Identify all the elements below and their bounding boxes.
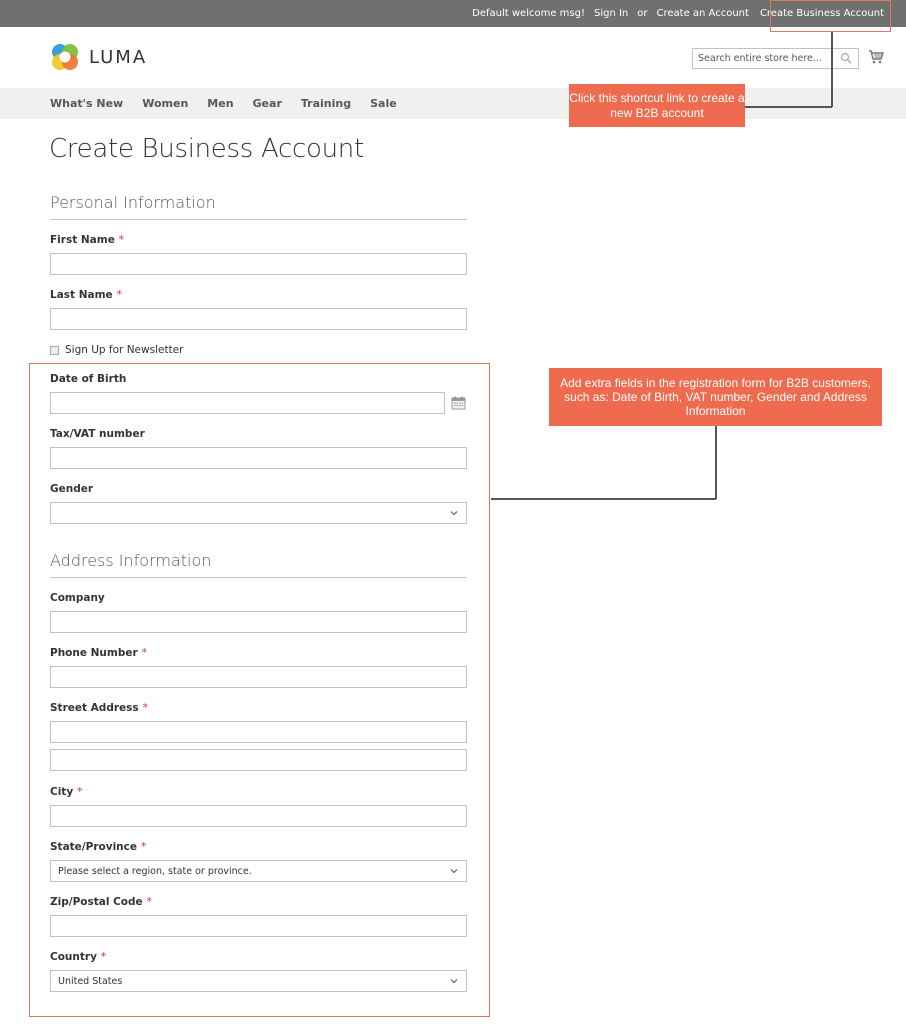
personal-info-legend: Personal Information	[50, 193, 216, 212]
chevron-down-icon	[450, 869, 458, 874]
street-line1-input[interactable]	[50, 721, 467, 743]
chevron-down-icon	[450, 979, 458, 984]
divider	[50, 219, 467, 220]
phone-label: Phone Number *	[50, 647, 147, 659]
highlight-box-business-link	[770, 0, 891, 32]
zip-input[interactable]	[50, 915, 467, 937]
street-line2-input[interactable]	[50, 749, 467, 771]
label-text: Date of Birth	[50, 373, 127, 385]
divider	[50, 577, 467, 578]
required-marker: *	[142, 702, 148, 714]
taxvat-input[interactable]	[50, 447, 467, 469]
label-text: Company	[50, 592, 105, 604]
cart-icon[interactable]	[868, 49, 884, 65]
welcome-message: Default welcome msg!	[472, 8, 585, 19]
page-title: Create Business Account	[49, 134, 364, 164]
gender-select[interactable]	[50, 502, 467, 524]
label-text: Country	[50, 951, 97, 963]
nav-item-men[interactable]: Men	[207, 97, 233, 110]
label-text: Last Name	[50, 289, 113, 301]
required-marker: *	[116, 289, 122, 301]
chevron-down-icon	[450, 511, 458, 516]
label-text: First Name	[50, 234, 115, 246]
nav-item-training[interactable]: Training	[301, 97, 351, 110]
nav-item-women[interactable]: Women	[142, 97, 188, 110]
nav-item-gear[interactable]: Gear	[253, 97, 282, 110]
label-text: State/Province	[50, 841, 137, 853]
search-icon[interactable]	[840, 52, 852, 64]
or-text: or	[637, 8, 648, 19]
zip-label: Zip/Postal Code *	[50, 896, 152, 908]
required-marker: *	[100, 951, 107, 963]
company-input[interactable]	[50, 611, 467, 633]
required-marker: *	[118, 234, 125, 246]
required-marker: *	[77, 786, 83, 798]
label-text: Tax/VAT number	[50, 428, 145, 440]
label-text: Zip/Postal Code	[50, 896, 143, 908]
label-text: Street Address	[50, 702, 139, 714]
main-nav: What's New Women Men Gear Training Sale	[0, 88, 906, 119]
required-marker: *	[141, 841, 147, 853]
newsletter-checkbox[interactable]	[50, 345, 59, 355]
dob-label: Date of Birth	[50, 373, 126, 385]
callout-extra-fields: Add extra fields in the registration for…	[549, 368, 882, 426]
create-account-link[interactable]: Create an Account	[657, 8, 749, 19]
selected-value: Please select a region, state or provinc…	[58, 865, 252, 877]
dob-input[interactable]	[50, 392, 445, 414]
region-label: State/Province *	[50, 841, 146, 853]
calendar-icon[interactable]	[451, 396, 466, 410]
region-select[interactable]: Please select a region, state or provinc…	[50, 860, 467, 882]
last-name-input[interactable]	[50, 308, 467, 330]
callout-shortcut: Click this shortcut link to create a new…	[569, 84, 745, 127]
sign-in-link[interactable]: Sign In	[594, 8, 628, 19]
city-input[interactable]	[50, 805, 467, 827]
country-label: Country *	[50, 951, 106, 963]
label-text: City	[50, 786, 74, 798]
selected-value: United States	[58, 975, 123, 987]
address-info-legend: Address Information	[50, 551, 212, 570]
connector-line	[715, 426, 717, 499]
search-box	[692, 48, 859, 69]
logo[interactable]: LUMA	[50, 42, 147, 72]
nav-item-whats-new[interactable]: What's New	[50, 97, 123, 110]
required-marker: *	[146, 896, 152, 908]
last-name-label: Last Name *	[50, 289, 122, 301]
gender-label: Gender	[50, 483, 93, 495]
search-input[interactable]	[693, 49, 833, 68]
phone-input[interactable]	[50, 666, 467, 688]
taxvat-label: Tax/VAT number	[50, 428, 145, 440]
label-text: Gender	[50, 483, 94, 495]
newsletter-label[interactable]: Sign Up for Newsletter	[65, 344, 183, 356]
company-label: Company	[50, 592, 105, 604]
first-name-input[interactable]	[50, 253, 467, 275]
country-select[interactable]: United States	[50, 970, 467, 992]
logo-text: LUMA	[89, 46, 148, 68]
street-label: Street Address *	[50, 702, 148, 714]
luma-logo-icon	[52, 44, 78, 70]
label-text: Phone Number	[50, 647, 138, 659]
city-label: City *	[50, 786, 82, 798]
connector-line	[491, 498, 716, 500]
connector-line	[831, 32, 833, 107]
connector-line	[745, 106, 832, 108]
first-name-label: First Name *	[50, 234, 124, 246]
nav-item-sale[interactable]: Sale	[370, 97, 397, 110]
required-marker: *	[141, 647, 147, 659]
newsletter-option: Sign Up for Newsletter	[50, 344, 183, 356]
